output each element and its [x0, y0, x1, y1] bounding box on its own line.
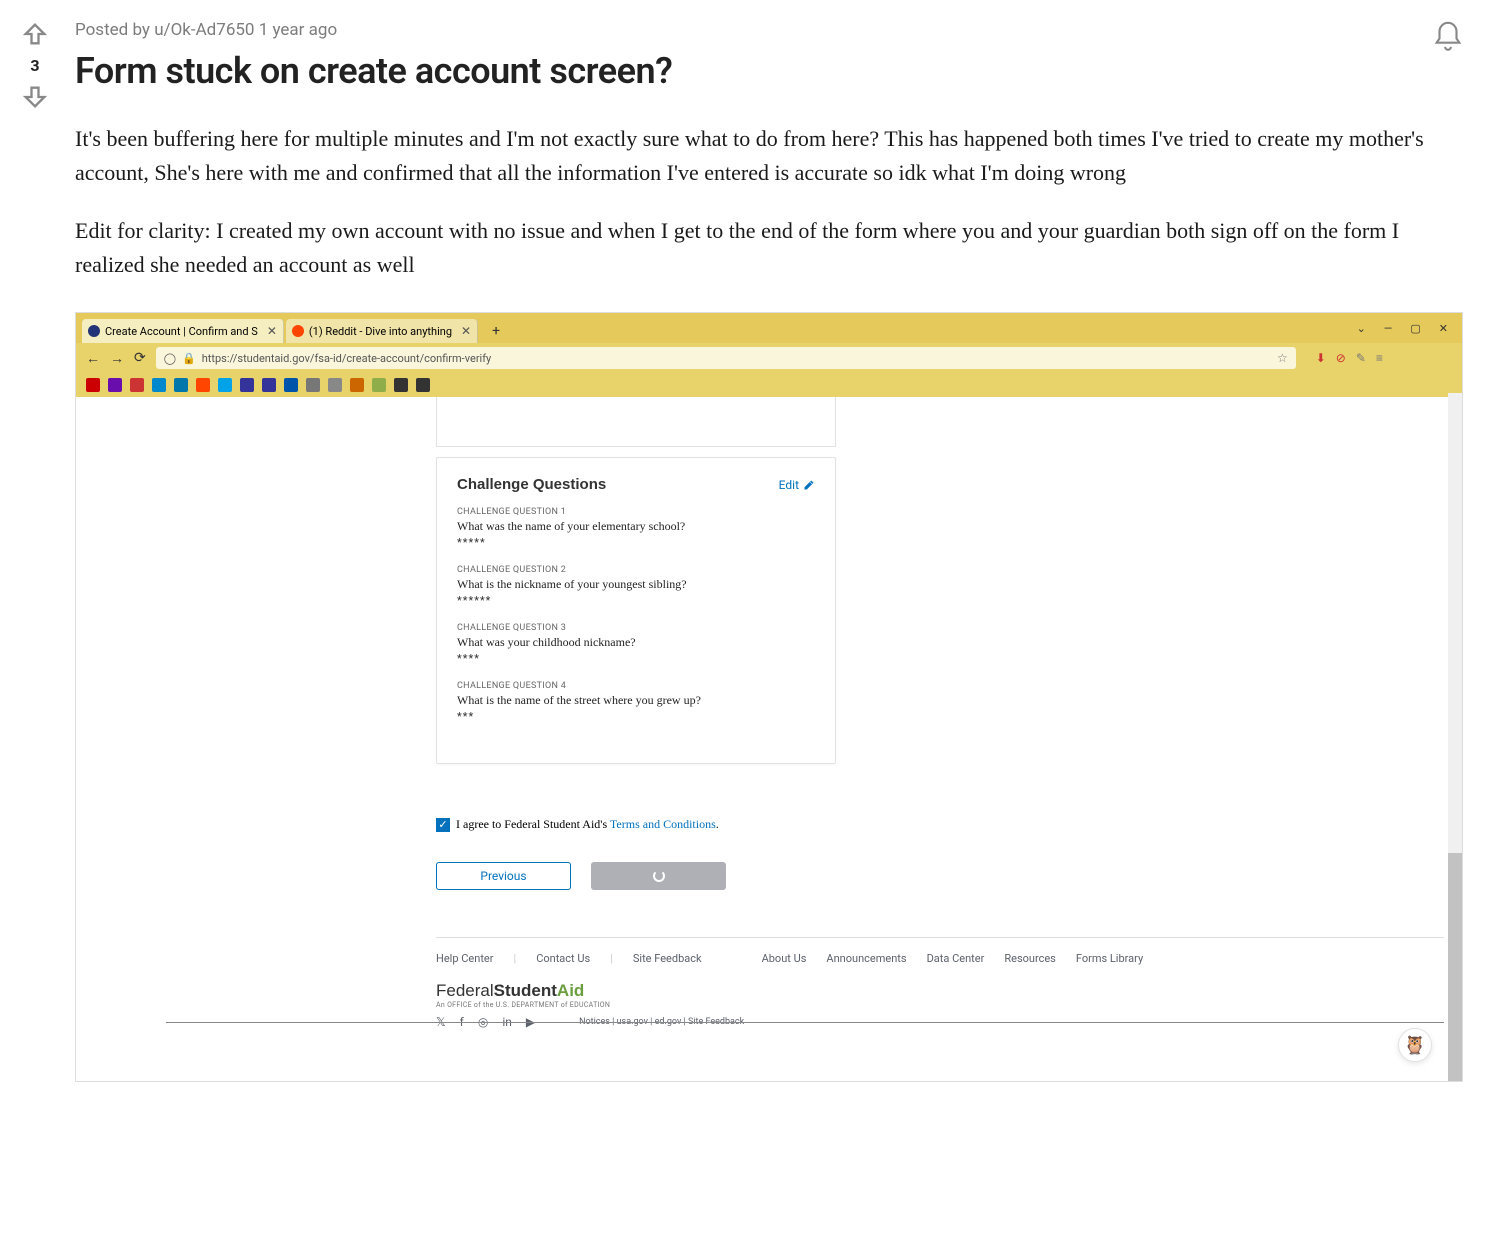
notification-bell-icon[interactable] [1431, 20, 1465, 58]
previous-button[interactable]: Previous [436, 862, 571, 890]
downvote-icon[interactable] [21, 83, 49, 111]
bookmark-item[interactable] [262, 378, 276, 392]
extension-icon[interactable]: ⬇ [1316, 351, 1326, 365]
footer-link[interactable]: Site Feedback [633, 952, 702, 965]
footer-links: Help Center|Contact Us|Site FeedbackAbou… [436, 937, 1444, 965]
close-window-icon[interactable]: ✕ [1439, 322, 1448, 335]
bookmark-item[interactable] [284, 378, 298, 392]
post-body-2: Edit for clarity: I created my own accou… [75, 214, 1463, 282]
lock-icon: 🔒 [182, 352, 196, 365]
chevron-down-icon[interactable]: ⌄ [1357, 322, 1366, 335]
bookmark-item[interactable] [108, 378, 122, 392]
back-button[interactable]: ← [86, 350, 100, 367]
shield-icon: ◯ [164, 352, 176, 365]
close-icon[interactable]: ✕ [267, 324, 277, 338]
upvote-icon[interactable] [21, 20, 49, 48]
bookmark-item[interactable] [372, 378, 386, 392]
reload-button[interactable]: ⟳ [134, 350, 146, 366]
menu-icon[interactable]: ≡ [1376, 351, 1383, 365]
prev-card-bottom [436, 397, 836, 447]
footer-link[interactable]: Contact Us [536, 952, 590, 965]
address-bar[interactable]: ◯ 🔒 https://studentaid.gov/fsa-id/create… [156, 347, 1296, 369]
fsa-logo: FederalStudentAid [436, 981, 1444, 1001]
minimize-icon[interactable]: — [1384, 322, 1393, 335]
chat-assistant-icon[interactable]: 🦉 [1398, 1028, 1432, 1062]
bookmark-item[interactable] [86, 378, 100, 392]
post-body-1: It's been buffering here for multiple mi… [75, 122, 1463, 190]
challenge-questions-card: Challenge Questions Edit CHALLENGE QUEST… [436, 457, 836, 764]
bookmark-item[interactable] [174, 378, 188, 392]
card-title: Challenge Questions [457, 476, 606, 493]
post-meta: Posted by u/Ok-Ad7650 1 year ago [75, 20, 1463, 40]
footer-link[interactable]: Forms Library [1076, 952, 1143, 965]
bookmark-item[interactable] [328, 378, 342, 392]
bookmark-item[interactable] [416, 378, 430, 392]
bookmark-item[interactable] [306, 378, 320, 392]
post-title: Form stuck on create account screen? [75, 50, 1463, 92]
new-tab-button[interactable]: + [486, 323, 506, 339]
submit-button-loading[interactable] [591, 862, 726, 890]
footer-link[interactable]: Announcements [826, 952, 906, 965]
bookmark-item[interactable] [196, 378, 210, 392]
footer-link[interactable]: Data Center [927, 952, 985, 965]
terms-link[interactable]: Terms and Conditions [610, 817, 716, 831]
terms-checkbox[interactable]: ✓ [436, 818, 450, 832]
bookmarks-bar [76, 373, 1462, 397]
inner-scrollbar[interactable] [1448, 393, 1462, 1081]
edit-icon [803, 479, 815, 491]
bookmark-item[interactable] [394, 378, 408, 392]
bookmark-item[interactable] [240, 378, 254, 392]
challenge-question: CHALLENGE QUESTION 2What is the nickname… [457, 565, 815, 607]
terms-checkbox-row: ✓ I agree to Federal Student Aid's Terms… [436, 817, 719, 832]
challenge-question: CHALLENGE QUESTION 3What was your childh… [457, 623, 815, 665]
vote-score: 3 [30, 56, 39, 75]
forward-button[interactable]: → [110, 350, 124, 367]
bookmark-item[interactable] [350, 378, 364, 392]
close-icon[interactable]: ✕ [461, 324, 471, 338]
bookmark-item[interactable] [152, 378, 166, 392]
bookmark-star-icon[interactable]: ☆ [1277, 351, 1288, 365]
challenge-question: CHALLENGE QUESTION 1What was the name of… [457, 507, 815, 549]
spinner-icon [653, 870, 665, 882]
browser-tab-1[interactable]: Create Account | Confirm and S ✕ [82, 319, 284, 343]
embedded-screenshot[interactable]: Create Account | Confirm and S ✕ (1) Red… [75, 312, 1463, 1082]
bookmark-item[interactable] [218, 378, 232, 392]
browser-tab-bar: Create Account | Confirm and S ✕ (1) Red… [76, 313, 1462, 343]
author-link[interactable]: u/Ok-Ad7650 [154, 20, 254, 40]
footer-link[interactable]: About Us [762, 952, 807, 965]
bookmark-item[interactable] [130, 378, 144, 392]
footer-link[interactable]: Help Center [436, 952, 494, 965]
maximize-icon[interactable]: ▢ [1410, 322, 1420, 335]
extension-icon[interactable]: ✎ [1356, 351, 1366, 365]
footer-link[interactable]: Resources [1004, 952, 1056, 965]
challenge-question: CHALLENGE QUESTION 4What is the name of … [457, 681, 815, 723]
extension-icon[interactable]: ⊘ [1336, 351, 1346, 365]
browser-tab-2[interactable]: (1) Reddit - Dive into anything ✕ [286, 319, 478, 343]
edit-button[interactable]: Edit [779, 478, 815, 492]
